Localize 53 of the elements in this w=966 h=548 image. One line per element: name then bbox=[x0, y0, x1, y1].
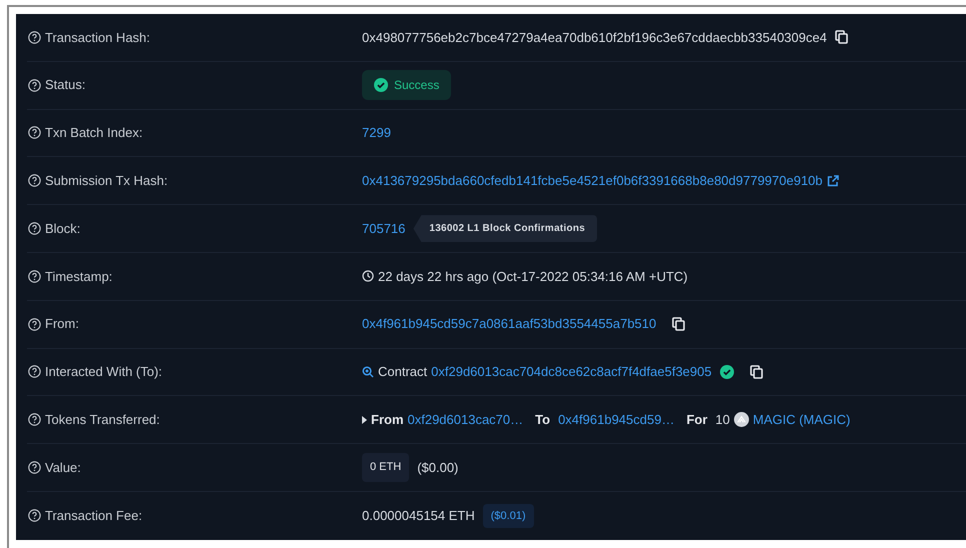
search-icon bbox=[362, 366, 374, 378]
field-label: Interacted With (To): bbox=[45, 363, 162, 382]
token-link[interactable]: MAGIC (MAGIC) bbox=[752, 410, 850, 430]
copy-icon[interactable] bbox=[750, 364, 763, 379]
field-label: From: bbox=[45, 315, 79, 334]
help-icon bbox=[28, 30, 41, 44]
field-label: Value: bbox=[45, 458, 81, 477]
submission-hash-link[interactable]: 0x413679295bda660cfedb141fcbe5e4521ef0b6f3391668b8e80d9779970e910b bbox=[362, 171, 823, 191]
check-icon bbox=[374, 78, 388, 92]
from-label: From bbox=[371, 411, 404, 430]
copy-icon[interactable] bbox=[672, 317, 686, 332]
to-address-link[interactable]: 0x4f961b945cd59… bbox=[558, 410, 674, 430]
field-label: Tokens Transferred: bbox=[45, 411, 160, 430]
external-link-icon[interactable] bbox=[826, 174, 839, 187]
for-label: For bbox=[686, 411, 708, 430]
help-icon bbox=[28, 365, 41, 378]
from-address-link[interactable]: 0xf29d6013cac70… bbox=[408, 410, 524, 430]
help-icon bbox=[28, 509, 41, 522]
token-logo-icon bbox=[734, 412, 749, 428]
timestamp-text: 22 days 22 hrs ago (Oct-17-2022 05:34:16 AM +UTC) bbox=[378, 268, 688, 286]
field-label: Transaction Hash: bbox=[45, 28, 150, 47]
clock-icon bbox=[362, 270, 374, 282]
status-badge: Success bbox=[362, 70, 452, 100]
help-icon bbox=[28, 222, 41, 236]
address-link[interactable]: 0x4f961b945cd59c7a0861aaf53bd3554455a7b510 bbox=[362, 314, 656, 334]
field-label: Txn Batch Index: bbox=[45, 124, 143, 142]
copy-icon[interactable] bbox=[834, 30, 848, 44]
field-label: Block: bbox=[45, 220, 80, 238]
help-icon bbox=[28, 270, 41, 283]
eth-amount-badge: 0 ETH bbox=[362, 453, 410, 482]
help-icon bbox=[28, 413, 41, 426]
confirmations-badge: 136002 L1 Block Confirmations bbox=[413, 215, 598, 242]
batch-index-link[interactable]: 7299 bbox=[362, 123, 391, 143]
help-icon bbox=[28, 126, 41, 140]
field-label: Status: bbox=[45, 76, 86, 94]
block-link[interactable]: 705716 bbox=[362, 218, 406, 238]
token-amount: 10 bbox=[715, 411, 730, 430]
verified-icon bbox=[720, 364, 734, 379]
help-icon bbox=[28, 318, 41, 331]
help-icon bbox=[28, 78, 41, 92]
help-icon bbox=[28, 461, 41, 474]
contract-link[interactable]: 0xf29d6013cac704dc8ce62c8acf7f4dfae5f3e905 bbox=[431, 362, 712, 382]
to-label: To bbox=[535, 411, 550, 430]
fee-usd-badge: ($0.01) bbox=[482, 504, 534, 528]
field-label: Transaction Fee: bbox=[45, 507, 142, 526]
caret-icon bbox=[362, 416, 367, 424]
usd-value: ($0.00) bbox=[417, 458, 458, 477]
field-label: Timestamp: bbox=[45, 268, 112, 286]
contract-label: Contract bbox=[378, 363, 428, 382]
transaction-hash: 0x498077756eb2c7bce47279a4ea70db610f2bf196c3e67cddaecbb33540309ce4 bbox=[362, 28, 827, 47]
fee-amount: 0.0000045154 ETH bbox=[362, 507, 475, 526]
help-icon bbox=[28, 174, 41, 188]
field-label: Submission Tx Hash: bbox=[45, 172, 168, 190]
